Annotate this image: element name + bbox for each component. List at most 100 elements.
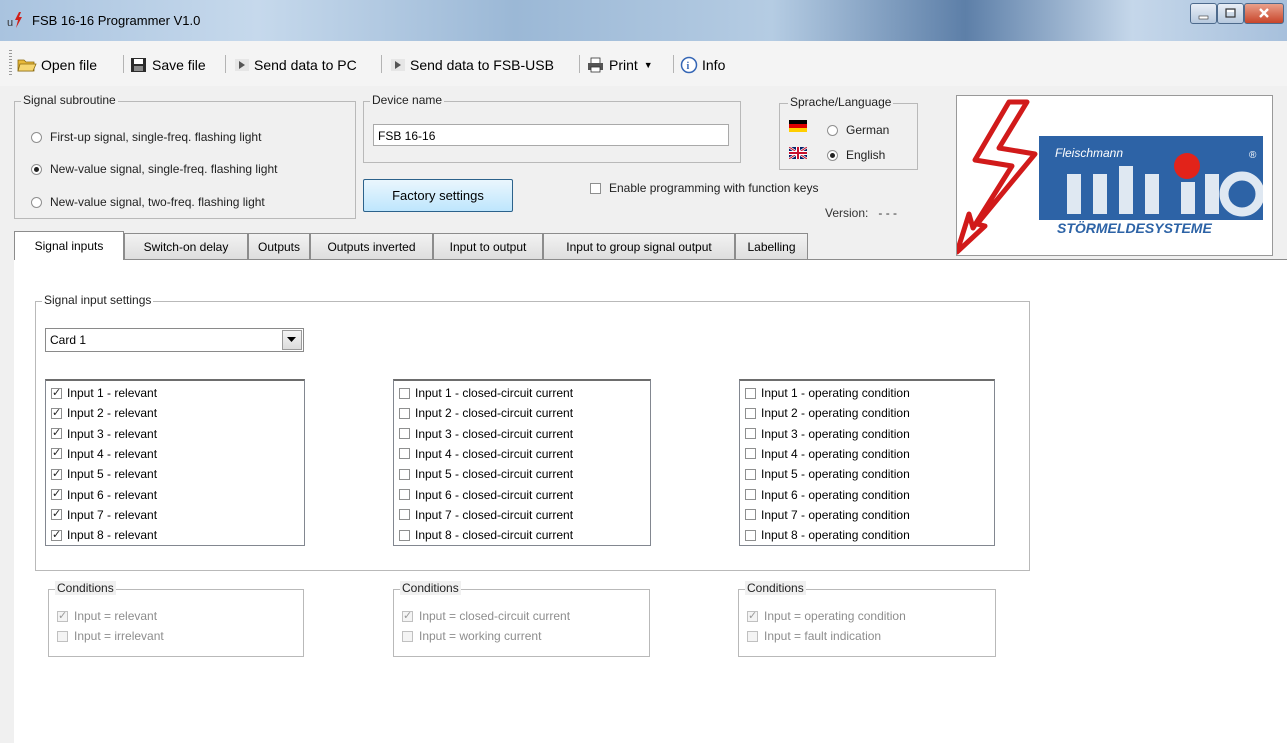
checklist-item[interactable]: Input 8 - operating condition — [745, 527, 910, 543]
tab-signal-inputs[interactable]: Signal inputs — [14, 231, 124, 260]
checkbox[interactable] — [745, 407, 756, 419]
enable-function-keys-checkbox[interactable]: Enable programming with function keys — [590, 181, 818, 195]
send-to-pc-button[interactable]: Send data to PC — [234, 55, 357, 75]
tab-outputs[interactable]: Outputs — [248, 233, 310, 259]
checkbox[interactable] — [399, 448, 410, 460]
app-icon: u — [7, 12, 22, 29]
checklist-item[interactable]: Input 2 - operating condition — [745, 405, 910, 421]
checklist-item[interactable]: Input 8 - closed-circuit current — [399, 527, 573, 543]
checkbox[interactable] — [745, 387, 756, 399]
checkbox[interactable] — [745, 428, 756, 440]
close-button[interactable] — [1244, 3, 1284, 24]
checklist-item[interactable]: Input 2 - relevant — [51, 405, 157, 421]
condition-checked-text: Input = relevant — [74, 609, 158, 623]
checkbox[interactable] — [590, 182, 601, 194]
radio-button[interactable] — [827, 149, 838, 161]
checkbox[interactable] — [51, 386, 62, 399]
save-file-button[interactable]: Save file — [130, 55, 206, 75]
checklist-item[interactable]: Input 1 - relevant — [51, 385, 157, 401]
checklist-item[interactable]: Input 8 - relevant — [51, 527, 157, 543]
device-name-input[interactable]: FSB 16-16 — [373, 124, 729, 146]
minimize-button[interactable] — [1190, 3, 1217, 24]
checklist-item-label: Input 1 - operating condition — [761, 386, 910, 400]
checklist-item-label: Input 7 - relevant — [67, 507, 158, 522]
checklist-item-label: Input 7 - closed-circuit current — [415, 507, 574, 522]
checklist-item[interactable]: Input 3 - closed-circuit current — [399, 426, 573, 442]
title-bar[interactable]: u FSB 16-16 Programmer V1.0 — [0, 0, 1287, 41]
checklist-item[interactable]: Input 7 - relevant — [51, 507, 157, 523]
checkbox[interactable] — [51, 487, 62, 500]
checklist-item[interactable]: Input 3 - relevant — [51, 426, 157, 442]
tab-input-to-group-signal-output[interactable]: Input to group signal output — [543, 233, 735, 259]
checkbox[interactable] — [745, 529, 756, 541]
tab-labelling[interactable]: Labelling — [735, 233, 808, 259]
radio-button[interactable] — [827, 124, 838, 136]
radio-english[interactable]: English — [827, 148, 885, 162]
maximize-button[interactable] — [1217, 3, 1244, 24]
tab-switch-on-delay[interactable]: Switch-on delay — [124, 233, 248, 259]
dropdown-arrow-icon[interactable]: ▼ — [644, 60, 653, 70]
checklist-item[interactable]: Input 1 - closed-circuit current — [399, 385, 573, 401]
checklist-item[interactable]: Input 2 - closed-circuit current — [399, 405, 573, 421]
tab-outputs-inverted[interactable]: Outputs inverted — [310, 233, 433, 259]
operating-condition-checklist[interactable]: Input 1 - operating condition Input 2 - o… — [739, 379, 995, 546]
card-select[interactable]: Card 1 — [45, 328, 304, 352]
checklist-item[interactable]: Input 5 - closed-circuit current — [399, 466, 573, 482]
checkbox[interactable] — [51, 406, 62, 419]
info-button[interactable]: i Info — [680, 55, 725, 75]
open-file-button[interactable]: Open file — [17, 55, 97, 75]
radio-button[interactable] — [31, 196, 42, 208]
app-window: u FSB 16-16 Programmer V1.0 Open file Sa… — [0, 0, 1287, 743]
condition-checked-row: Input = relevant — [57, 609, 157, 623]
radio-first-up-single[interactable]: First-up signal, single-freq. flashing l… — [31, 130, 261, 144]
checkbox[interactable] — [399, 387, 410, 399]
checkbox[interactable] — [745, 448, 756, 460]
signal-input-settings-label: Signal input settings — [42, 293, 154, 307]
checkbox[interactable] — [745, 509, 756, 521]
radio-german[interactable]: German — [827, 123, 889, 137]
checklist-item[interactable]: Input 1 - operating condition — [745, 385, 910, 401]
checklist-item[interactable]: Input 7 - closed-circuit current — [399, 507, 573, 523]
checkbox[interactable] — [745, 468, 756, 480]
radio-button[interactable] — [31, 163, 42, 175]
checklist-item[interactable]: Input 4 - closed-circuit current — [399, 446, 573, 462]
checklist-item[interactable]: Input 6 - relevant — [51, 487, 157, 503]
checkbox[interactable] — [399, 428, 410, 440]
checklist-item[interactable]: Input 5 - operating condition — [745, 466, 910, 482]
checklist-item[interactable]: Input 6 - operating condition — [745, 487, 910, 503]
relevant-checklist[interactable]: Input 1 - relevant Input 2 - relevant Inpu… — [45, 379, 305, 546]
chevron-down-icon — [287, 337, 296, 342]
dropdown-button[interactable] — [282, 330, 302, 350]
checkbox[interactable] — [399, 407, 410, 419]
svg-text:u: u — [7, 17, 13, 29]
enable-function-keys-label: Enable programming with function keys — [609, 181, 819, 195]
send-to-usb-button[interactable]: Send data to FSB-USB — [390, 55, 554, 75]
checkbox[interactable] — [399, 529, 410, 541]
radio-button[interactable] — [31, 131, 42, 143]
checkbox[interactable] — [745, 489, 756, 500]
checklist-item-label: Input 4 - closed-circuit current — [415, 446, 574, 461]
checklist-item[interactable]: Input 3 - operating condition — [745, 426, 910, 442]
closed-circuit-checklist[interactable]: Input 1 - closed-circuit current Input 2 … — [393, 379, 651, 546]
checkbox[interactable] — [399, 468, 410, 480]
checklist-item[interactable]: Input 4 - relevant — [51, 446, 157, 462]
radio-new-value-single[interactable]: New-value signal, single-freq. flashing … — [31, 162, 277, 176]
print-button[interactable]: Print ▼ — [587, 55, 653, 75]
tab-input-to-output[interactable]: Input to output — [433, 233, 543, 259]
checkbox[interactable] — [51, 467, 62, 480]
checkbox[interactable] — [399, 509, 410, 521]
factory-settings-button[interactable]: Factory settings — [363, 179, 513, 212]
checklist-item[interactable]: Input 4 - operating condition — [745, 446, 910, 462]
checklist-item[interactable]: Input 5 - relevant — [51, 466, 157, 482]
checklist-item[interactable]: Input 6 - closed-circuit current — [399, 487, 573, 503]
checkbox[interactable] — [51, 507, 62, 521]
checkbox[interactable] — [51, 528, 62, 541]
radio-label: First-up signal, single-freq. flashing l… — [50, 130, 262, 144]
send-to-pc-label: Send data to PC — [254, 57, 357, 73]
checkbox[interactable] — [399, 489, 410, 500]
checkbox[interactable] — [51, 446, 62, 460]
radio-new-value-two-freq[interactable]: New-value signal, two-freq. flashing lig… — [31, 195, 265, 209]
toolbar-grip[interactable] — [9, 50, 12, 76]
checklist-item[interactable]: Input 7 - operating condition — [745, 507, 910, 523]
checkbox[interactable] — [51, 426, 62, 440]
